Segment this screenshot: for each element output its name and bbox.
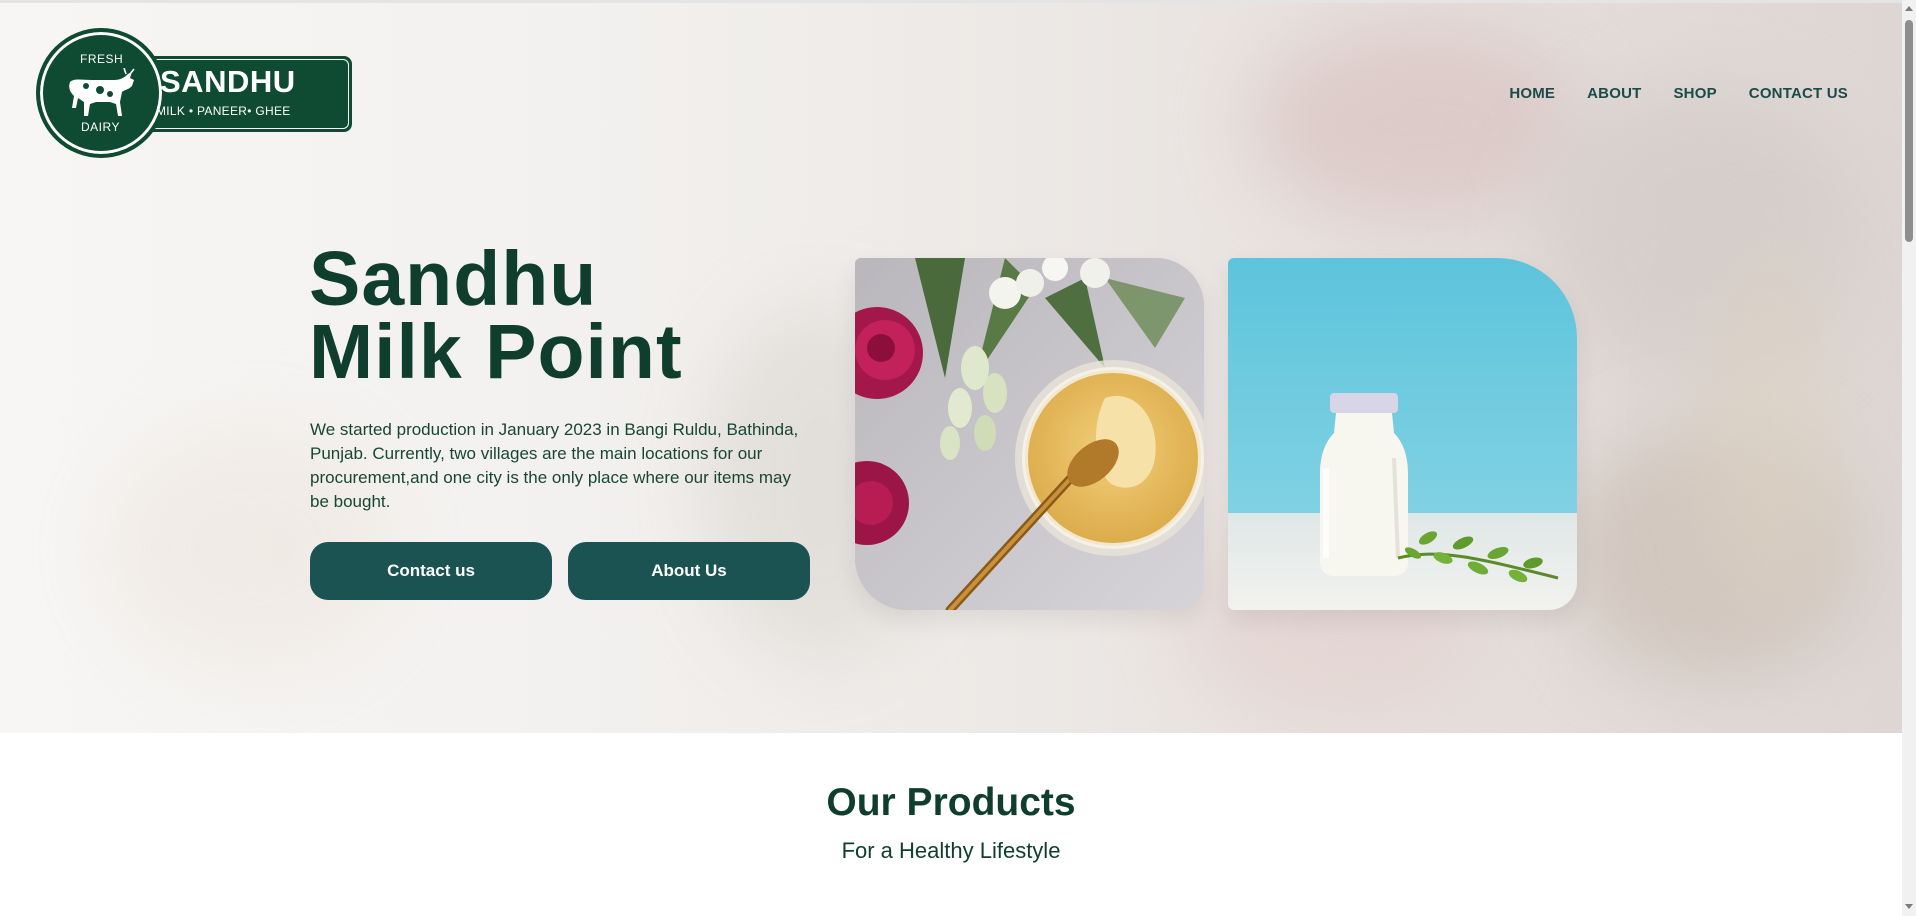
nav-home[interactable]: HOME — [1509, 85, 1555, 102]
hero-description: We started production in January 2023 in… — [310, 420, 799, 511]
vertical-scrollbar[interactable] — [1902, 0, 1916, 916]
hero-section: FRESH DAIRY SANDHU MILK • PANEER• GHEE H… — [0, 3, 1902, 733]
milk-illustration — [1228, 258, 1577, 610]
scroll-up-arrow-icon[interactable] — [1905, 6, 1913, 11]
background-blur — [1250, 23, 1580, 223]
hero-title: Sandhu Milk Point — [309, 236, 683, 395]
contact-us-button[interactable]: Contact us — [310, 542, 552, 600]
hero-title-line1: Sandhu — [309, 236, 598, 322]
logo-brand-name: SANDHU — [160, 64, 296, 99]
nav-about[interactable]: ABOUT — [1587, 85, 1641, 102]
ghee-illustration — [855, 258, 1204, 610]
hero-title-line2: Milk Point — [309, 309, 683, 395]
cow-icon — [69, 68, 135, 116]
logo-top-text: FRESH — [80, 52, 124, 66]
milk-bottle-image — [1228, 258, 1577, 610]
logo-bottom-text: DAIRY — [81, 120, 120, 134]
products-subheading: For a Healthy Lifestyle — [841, 838, 1061, 863]
scroll-thumb[interactable] — [1905, 20, 1913, 242]
site-logo[interactable]: FRESH DAIRY SANDHU MILK • PANEER• GHEE — [36, 28, 352, 160]
nav-contact-us[interactable]: CONTACT US — [1749, 85, 1848, 102]
ghee-jar-image — [855, 258, 1204, 610]
about-us-button[interactable]: About Us — [568, 542, 810, 600]
nav-shop[interactable]: SHOP — [1673, 85, 1716, 102]
scroll-down-arrow-icon[interactable] — [1905, 904, 1913, 909]
main-nav: HOME ABOUT SHOP CONTACT US — [1509, 85, 1848, 102]
background-blur — [1700, 233, 1840, 613]
products-heading: Our Products — [826, 781, 1076, 824]
logo-tagline: MILK • PANEER• GHEE — [156, 104, 291, 118]
